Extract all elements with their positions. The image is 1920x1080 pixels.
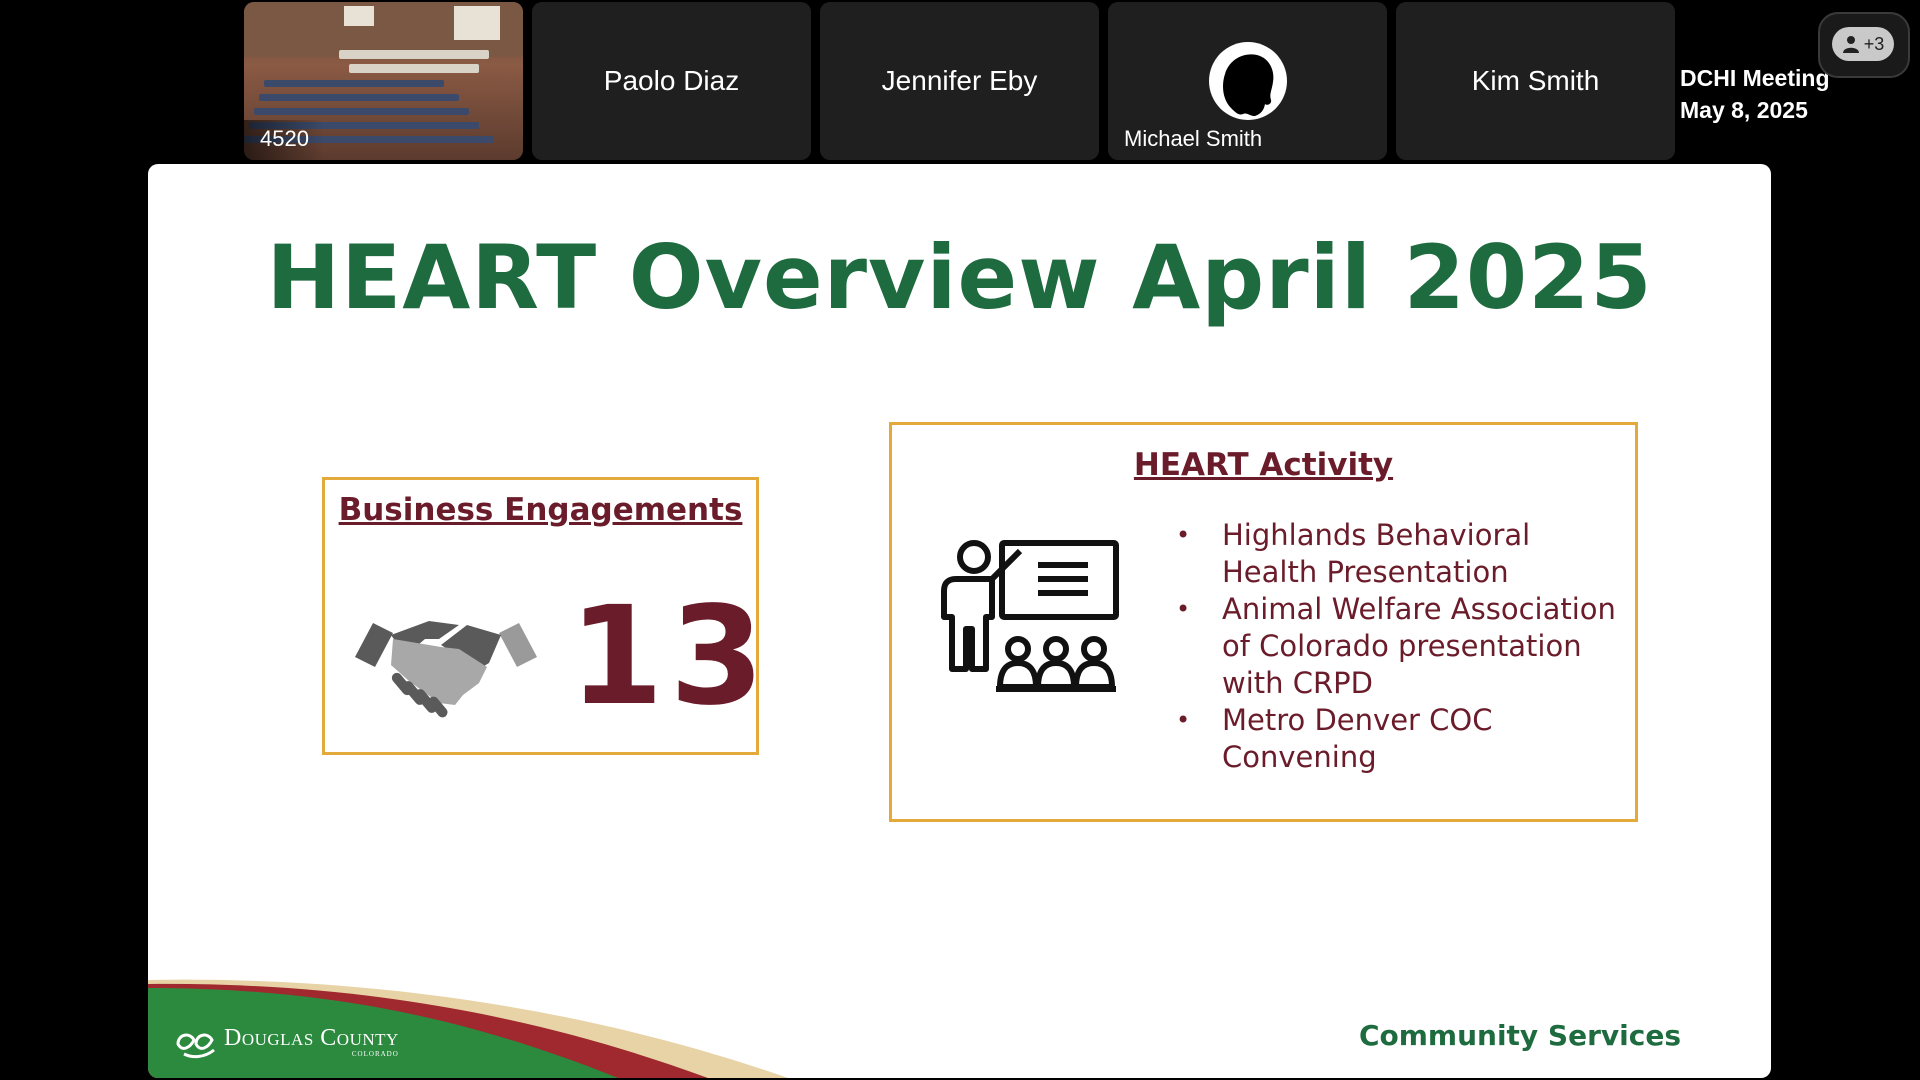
heart-activity-box: HEART Activity Highlands Behavioral Heal… [889,422,1638,822]
slide-title: HEART Overview April 2025 [266,226,1653,329]
engagements-count: 13 [569,578,771,736]
more-participants-button[interactable]: +3 [1818,12,1910,78]
business-engagements-heading: Business Engagements [338,492,743,528]
douglas-county-logo-icon [176,1033,215,1059]
meeting-date: May 8, 2025 [1680,97,1808,123]
meeting-info: DCHI Meeting May 8, 2025 [1680,62,1830,126]
seat-row [264,80,444,87]
participant-name: Jennifer Eby [881,65,1038,96]
list-item: Metro Denver COC Convening [1176,702,1616,776]
seat-row [254,108,469,115]
participant-name: Michael Smith [1124,126,1263,151]
room-window [454,6,500,40]
heart-activity-list: Highlands Behavioral Health Presentation… [1176,517,1616,776]
dais-table [349,64,479,73]
participant-tile-video[interactable]: 4520 [244,2,523,160]
participant-name: 4520 [260,126,309,151]
room-window [344,6,374,26]
participant-name: Paolo Diaz [603,65,740,96]
avatar [1208,42,1287,120]
list-item: Highlands Behavioral Health Presentation [1176,517,1616,591]
shared-slide: HEART Overview April 2025 Business Engag… [148,164,1771,1078]
logo-org-name: Douglas County [224,1025,399,1051]
department-label: Community Services [1358,1019,1681,1052]
person-icon [1842,36,1859,53]
list-item: Animal Welfare Association of Colorado p… [1176,591,1616,702]
participant-name: Kim Smith [1471,65,1600,96]
meeting-title: DCHI Meeting [1680,65,1830,91]
more-participants-count: +3 [1863,33,1885,54]
participant-tile[interactable]: Michael Smith [1108,2,1387,160]
participant-tile[interactable]: Jennifer Eby [820,2,1099,160]
participant-tile[interactable]: Kim Smith [1396,2,1675,160]
heart-activity-heading: HEART Activity [1133,447,1394,483]
avatar-silhouette-icon [1222,54,1273,116]
presenter-icon [941,540,1119,692]
seat-row [259,94,459,101]
more-participants-pill: +3 [1832,27,1894,61]
douglas-county-logo: Douglas County COLORADO [224,1025,399,1058]
dais-table [339,50,489,59]
participant-tile[interactable]: Paolo Diaz [532,2,811,160]
business-engagements-box: Business Engagements 13 [322,477,764,755]
handshake-icon [355,621,537,718]
